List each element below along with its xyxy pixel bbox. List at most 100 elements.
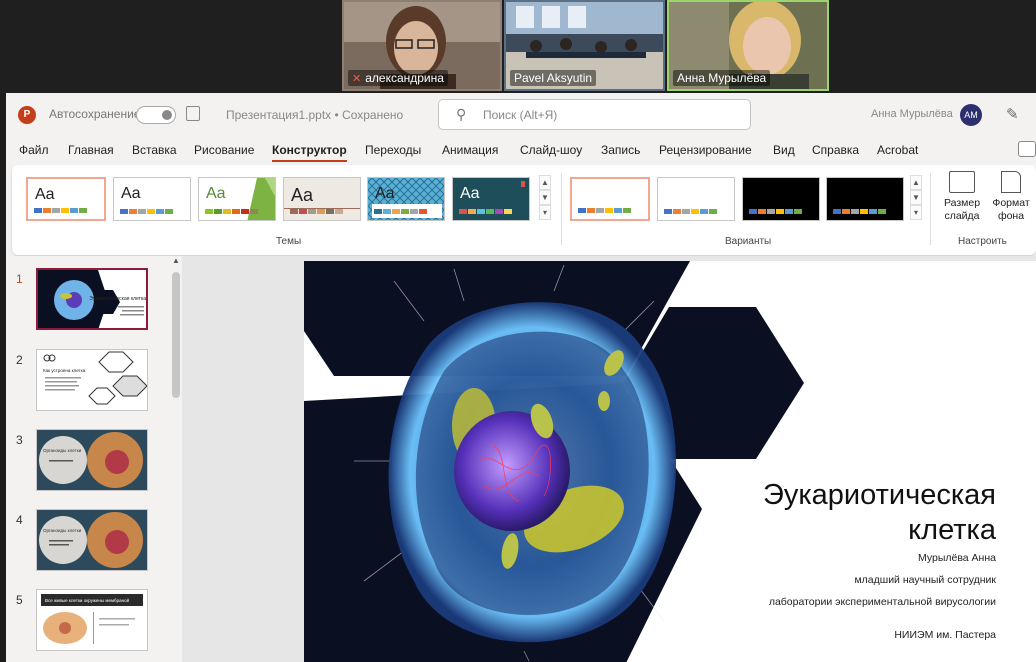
ribbon-panel: Aa Aa Aa Aa Aa Aa ▲ ▼ ▾ Темы ▲ ▼ ▾ Вариа… <box>12 165 1036 255</box>
theme-office-2[interactable]: Aa <box>113 177 191 221</box>
theme-ion[interactable]: Aa <box>452 177 530 221</box>
comment-icon[interactable] <box>1018 141 1036 157</box>
slide-preview[interactable]: Органоиды клетки <box>36 509 148 571</box>
variant-3[interactable] <box>742 177 820 221</box>
slide-preview[interactable]: Все живые клетки окружены мембраной <box>36 589 148 651</box>
slide-thumbnail-5[interactable]: 5 Все живые клетки окружены мембраной <box>12 589 162 653</box>
slide-size-button[interactable]: Размер слайда <box>938 171 986 223</box>
theme-integral[interactable]: Aa <box>283 177 361 221</box>
participant-3-name: Анна Мурылёва <box>677 71 767 85</box>
video-tile-participant-1[interactable]: ✕ александрина <box>342 0 502 91</box>
tab-view[interactable]: Вид <box>773 143 795 157</box>
tab-insert[interactable]: Вставка <box>132 143 177 157</box>
slide-institute[interactable]: НИИЭМ им. Пастера <box>736 629 996 642</box>
tab-draw[interactable]: Рисование <box>194 143 254 157</box>
tab-transitions[interactable]: Переходы <box>365 143 421 157</box>
slide-4-preview-art: Органоиды клетки <box>37 510 147 570</box>
autosave-label: Автосохранение <box>49 107 141 121</box>
theme-sample-text: Aa <box>206 185 226 202</box>
variants-scroll[interactable]: ▲ ▼ ▾ <box>910 175 922 220</box>
theme-swatches <box>290 209 343 214</box>
variant-1[interactable] <box>570 177 650 221</box>
slide-number: 2 <box>16 353 23 367</box>
more-icon[interactable]: ▾ <box>539 205 551 220</box>
scroll-up-icon[interactable]: ▲ <box>539 175 551 190</box>
tab-record[interactable]: Запись <box>601 143 640 157</box>
theme-facet[interactable]: Aa <box>198 177 276 221</box>
themes-scroll[interactable]: ▲ ▼ ▾ <box>539 175 551 220</box>
theme-swatches <box>459 209 512 214</box>
user-name[interactable]: Анна Мурылёва <box>871 108 953 120</box>
slide-1-preview-art: Эукариотическая клетка <box>38 270 146 328</box>
current-slide[interactable]: Эукариотическая клетка Мурылёва Анна мла… <box>304 261 1036 662</box>
more-icon[interactable]: ▾ <box>910 205 922 220</box>
theme-ion-mark <box>521 181 525 187</box>
tab-design[interactable]: Конструктор <box>272 143 347 162</box>
format-background-button[interactable]: Формат фона <box>987 171 1035 223</box>
video-tile-participant-2[interactable]: Pavel Aksyutin <box>504 0 665 91</box>
save-icon[interactable] <box>186 106 200 121</box>
theme-pattern[interactable]: Aa <box>367 177 445 221</box>
tab-animations[interactable]: Анимация <box>442 143 498 157</box>
slide-thumbnail-3[interactable]: 3 Органоиды клетки <box>12 429 162 493</box>
separator <box>930 173 931 245</box>
slide-5-preview-art: Все живые клетки окружены мембраной <box>41 594 143 644</box>
slide-thumbnail-4[interactable]: 4 Органоиды клетки <box>12 509 162 573</box>
tab-help[interactable]: Справка <box>812 143 859 157</box>
powerpoint-logo-icon: P <box>18 106 36 124</box>
scroll-up-icon[interactable]: ▲ <box>910 175 922 190</box>
slide-4-title: Органоиды клетки <box>43 528 82 533</box>
title-bar: P Автосохранение Презентация1.pptx • Сох… <box>6 93 1036 137</box>
avatar[interactable]: АМ <box>960 104 982 126</box>
document-filename[interactable]: Презентация1.pptx • Сохранено <box>226 108 403 122</box>
slide-number: 3 <box>16 433 23 447</box>
theme-swatches <box>205 209 258 214</box>
tab-acrobat[interactable]: Acrobat <box>877 143 918 157</box>
scroll-up-icon[interactable]: ▲ <box>170 256 182 265</box>
slide-thumbnail-2[interactable]: 2 Как устроена клетка <box>12 349 162 413</box>
pen-icon[interactable]: ✎ <box>1006 105 1019 123</box>
thumbnails-scrollbar[interactable]: ▲ <box>170 256 182 662</box>
slide-preview[interactable]: Органоиды клетки <box>36 429 148 491</box>
format-background-label: Формат фона <box>992 197 1030 222</box>
slide-5-title: Все живые клетки окружены мембраной <box>45 597 130 603</box>
participant-1-name: александрина <box>365 71 444 85</box>
format-background-icon <box>1001 171 1021 193</box>
theme-sample-text: Aa <box>121 185 141 202</box>
participant-1-name-tag: ✕ александрина <box>348 70 448 86</box>
slide-thumbnail-1[interactable]: 1 Эукариотическая клетка <box>12 268 162 332</box>
theme-swatches <box>120 209 173 214</box>
tab-slideshow[interactable]: Слайд-шоу <box>520 143 582 157</box>
scroll-down-icon[interactable]: ▼ <box>910 190 922 205</box>
themes-group-label: Темы <box>276 236 302 247</box>
slide-editor: Эукариотическая клетка Мурылёва Анна мла… <box>182 256 1036 662</box>
video-tile-participant-3[interactable]: Анна Мурылёва <box>667 0 829 91</box>
slide-position[interactable]: младший научный сотрудник <box>736 574 996 587</box>
slide-title[interactable]: Эукариотическая клетка <box>696 478 996 548</box>
tab-file[interactable]: Файл <box>19 143 49 157</box>
theme-swatches <box>34 208 87 213</box>
theme-swatches <box>374 209 427 214</box>
slide-number: 1 <box>16 272 23 286</box>
slide-lab[interactable]: лаборатории экспериментальной вирусологи… <box>736 596 996 609</box>
scrollbar-thumb[interactable] <box>172 272 180 398</box>
slide-preview[interactable]: Эукариотическая клетка <box>36 268 148 330</box>
slide-2-preview-art: Как устроена клетка <box>43 351 147 405</box>
slide-2-title: Как устроена клетка <box>43 368 86 373</box>
tab-home[interactable]: Главная <box>68 143 114 157</box>
variant-4[interactable] <box>826 177 904 221</box>
slide-3-title: Органоиды клетки <box>43 448 82 453</box>
variant-swatches <box>664 209 717 214</box>
slide-author[interactable]: Мурылёва Анна <box>736 552 996 565</box>
slide-preview[interactable]: Как устроена клетка <box>36 349 148 411</box>
scroll-down-icon[interactable]: ▼ <box>539 190 551 205</box>
mic-off-icon: ✕ <box>352 72 362 85</box>
slide-thumbnails-panel: 1 Эукариотическая клетка 2 Как устроена … <box>12 256 182 662</box>
search-box[interactable]: ⚲ Поиск (Alt+Я) <box>438 99 751 130</box>
variant-2[interactable] <box>657 177 735 221</box>
theme-office[interactable]: Aa <box>26 177 106 221</box>
slide-number: 4 <box>16 513 23 527</box>
autosave-toggle[interactable] <box>136 106 176 124</box>
tab-review[interactable]: Рецензирование <box>659 143 752 157</box>
ribbon-tabs: Файл Главная Вставка Рисование Конструкт… <box>6 137 1036 163</box>
